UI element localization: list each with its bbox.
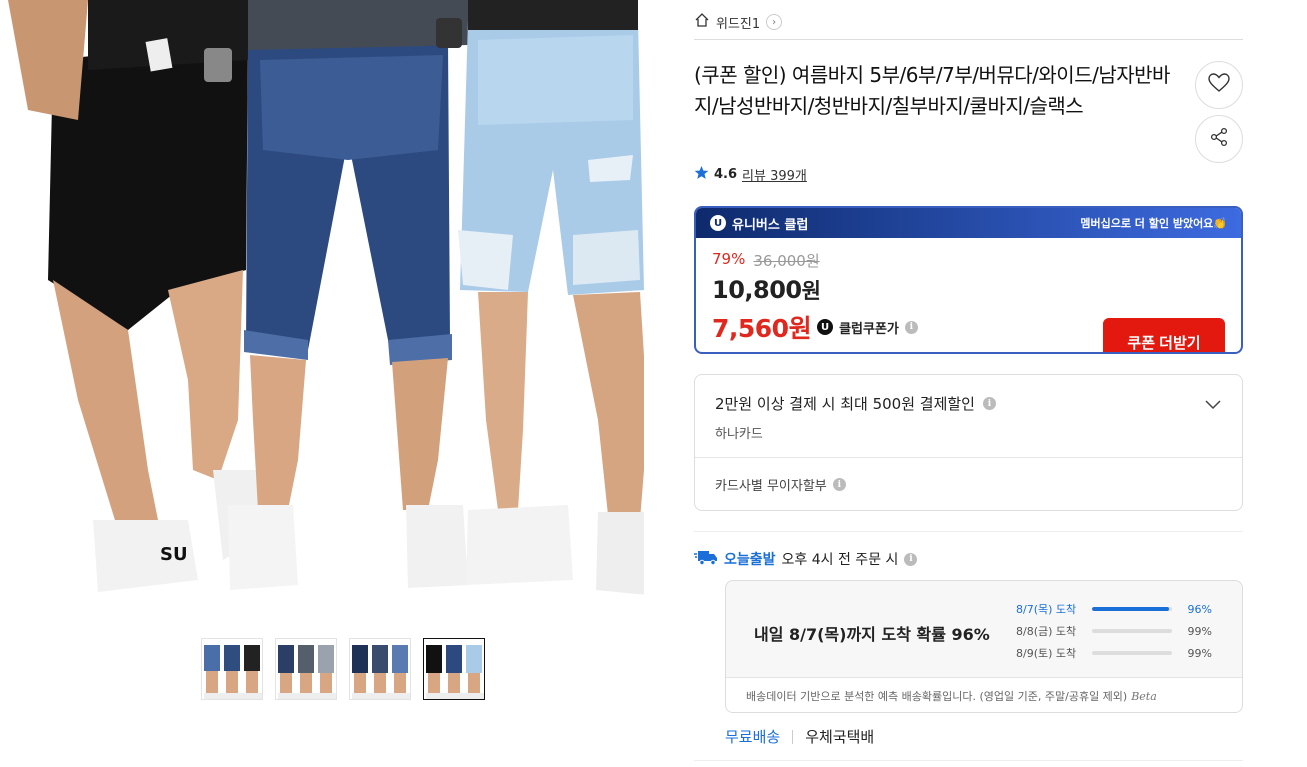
- share-icon: [1209, 127, 1229, 151]
- today-shipping-label: 오늘출발: [724, 552, 776, 568]
- truck-icon: [694, 548, 718, 570]
- share-button[interactable]: [1195, 115, 1243, 163]
- arrival-footnote-text: 배송데이터 기반으로 분석한 예측 배송확률입니다. (영업일 기준, 주말/공…: [746, 690, 1128, 703]
- club-price-box: U 유니버스 클럽 멤버십으로 더 할인 받았어요👏 79% 36,000원 1…: [694, 206, 1243, 354]
- product-title: (쿠폰 할인) 여름바지 5부/6부/7부/버뮤다/와이드/남자반바지/남성반바…: [694, 63, 1170, 118]
- store-name: 위드진1: [716, 16, 761, 32]
- arrival-probability-box: 내일 8/7(목)까지 도착 확률 96% 8/7(목) 도착 96% 8/8(…: [725, 580, 1243, 713]
- star-icon: [694, 165, 709, 184]
- thumbnail-4[interactable]: [423, 638, 485, 700]
- club-badge-icon: U: [817, 319, 834, 335]
- probability-row: 8/8(금) 도착 99%: [1016, 623, 1212, 639]
- product-main-image: SU: [8, 0, 644, 620]
- shipping-info: 무료배송 우체국택배: [725, 726, 874, 747]
- info-icon[interactable]: i: [982, 397, 996, 410]
- today-shipping: 오늘출발 오후 4시 전 주문 시 i: [694, 548, 918, 570]
- divider: [694, 531, 1243, 532]
- sale-price-unit: 원: [801, 279, 821, 303]
- card-discount-row[interactable]: 2만원 이상 결제 시 최대 500원 결제할인 i: [715, 393, 996, 414]
- probability-value: 96%: [1187, 602, 1212, 616]
- club-name: 유니버스 클럽: [732, 217, 809, 233]
- probability-row: 8/7(목) 도착 96%: [1016, 601, 1212, 617]
- probability-value: 99%: [1187, 624, 1212, 638]
- thumbnail-1[interactable]: [201, 638, 263, 700]
- store-link[interactable]: 위드진1 ›: [694, 10, 783, 34]
- arrival-headline: 내일 8/7(목)까지 도착 확률 96%: [754, 625, 990, 644]
- svg-text:SU: SU: [160, 544, 188, 565]
- probability-date: 8/8(금) 도착: [1016, 625, 1077, 638]
- probability-value: 99%: [1187, 646, 1212, 660]
- probability-bar: [1092, 607, 1172, 611]
- card-benefit-box: 2만원 이상 결제 시 최대 500원 결제할인 i 하나카드 카드사별 무이자…: [694, 374, 1243, 511]
- divider: [792, 729, 794, 744]
- info-icon[interactable]: i: [904, 552, 918, 566]
- installment-text: 카드사별 무이자할부: [715, 479, 827, 494]
- card-name: 하나카드: [715, 427, 763, 442]
- club-coupon-price: 7,560원: [712, 314, 812, 343]
- heart-icon: [1208, 73, 1230, 97]
- divider: [694, 760, 1243, 761]
- wishlist-button[interactable]: [1195, 61, 1243, 109]
- chevron-down-icon[interactable]: [1204, 395, 1222, 413]
- free-shipping-label: 무료배송: [725, 728, 781, 746]
- divider: [694, 39, 1243, 40]
- thumbnail-2[interactable]: [275, 638, 337, 700]
- divider: [695, 457, 1242, 458]
- probability-bar: [1092, 629, 1172, 633]
- probability-row: 8/9(토) 도착 99%: [1016, 645, 1212, 661]
- chevron-right-icon: ›: [766, 14, 783, 30]
- thumbnail-3[interactable]: [349, 638, 411, 700]
- today-shipping-condition: 오후 4시 전 주문 시: [781, 552, 899, 568]
- club-header: U 유니버스 클럽 멤버십으로 더 할인 받았어요👏: [696, 208, 1241, 238]
- installment-row[interactable]: 카드사별 무이자할부 i: [715, 475, 846, 494]
- universe-club-icon: U: [710, 215, 726, 231]
- probability-date: 8/9(토) 도착: [1016, 647, 1077, 660]
- club-coupon-price-label: 클럽쿠폰가: [839, 321, 899, 337]
- sale-price-number: 10,800: [712, 276, 802, 304]
- probability-fill: [1092, 607, 1169, 611]
- probability-date: 8/7(목) 도착: [1016, 603, 1077, 616]
- card-discount-text: 2만원 이상 결제 시 최대 500원 결제할인: [715, 395, 975, 413]
- discount-percent: 79%: [712, 250, 746, 268]
- info-icon[interactable]: i: [832, 478, 846, 491]
- rating-summary: 4.6 리뷰 399개: [694, 165, 807, 184]
- review-count-link[interactable]: 리뷰 399개: [742, 165, 807, 184]
- original-price: 36,000원: [753, 252, 820, 270]
- beta-label: Beta: [1131, 689, 1157, 703]
- info-icon[interactable]: i: [904, 320, 918, 334]
- rating-score: 4.6: [714, 167, 738, 182]
- sale-price: 10,800원: [712, 275, 1225, 305]
- home-icon: [694, 12, 710, 32]
- arrival-footnote: 배송데이터 기반으로 분석한 예측 배송확률입니다. (영업일 기준, 주말/공…: [726, 677, 1242, 712]
- more-coupon-button[interactable]: 쿠폰 더받기: [1103, 318, 1225, 352]
- carrier-name: 우체국택배: [805, 728, 875, 746]
- club-promo: 멤버십으로 더 할인 받았어요👏: [1080, 217, 1227, 230]
- probability-bar: [1092, 651, 1172, 655]
